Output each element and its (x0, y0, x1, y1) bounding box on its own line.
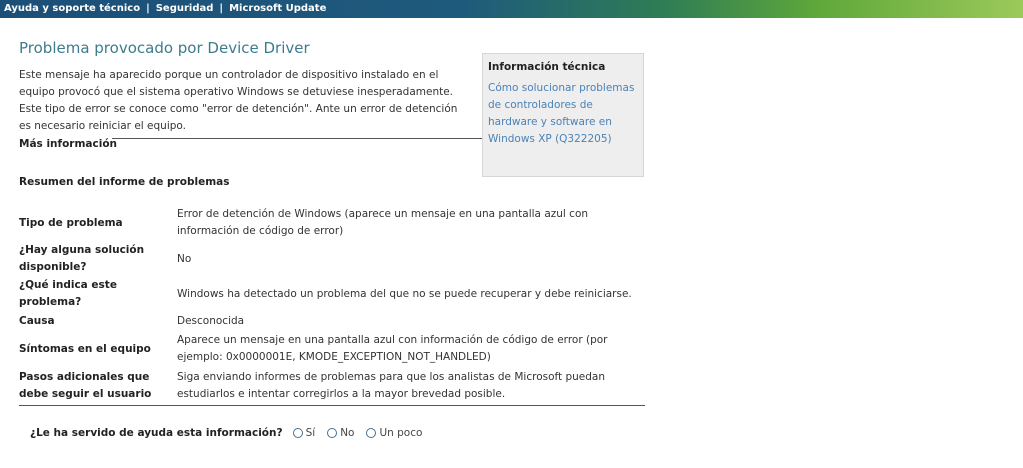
row-key: ¿Qué indica este problema? (19, 279, 117, 308)
row-value: Aparece un mensaje en una pantalla azul … (177, 334, 608, 363)
option-label: No (340, 427, 355, 439)
feedback-option-yes[interactable]: Sí (292, 427, 316, 439)
row-value: Siga enviando informes de problemas para… (177, 371, 606, 400)
more-info-divider (112, 138, 482, 139)
nav-link-help-support[interactable]: Ayuda y soporte técnico (4, 3, 140, 14)
radio-button-yes[interactable] (292, 428, 303, 438)
kb-article-link[interactable]: Cómo solucionar problemas de controlador… (488, 80, 638, 148)
intro-text: Este mensaje ha aparecido porque un cont… (19, 69, 458, 132)
summary-heading: Resumen del informe de problemas (19, 176, 230, 188)
row-value: No (177, 252, 192, 265)
table-row: Tipo de problema Error de detención de W… (19, 205, 647, 241)
top-navigation-bar: Ayuda y soporte técnico | Seguridad | Micros… (0, 0, 1023, 18)
table-row: ¿Qué indica este problema? Windows ha de… (19, 277, 647, 311)
page-title: Problema provocado por Device Driver (19, 39, 310, 57)
row-value: Windows ha detectado un problema del que… (177, 287, 632, 300)
more-info-link[interactable]: Más información (19, 138, 117, 150)
feedback-option-no[interactable]: No (327, 427, 354, 439)
technical-info-panel: Información técnica Cómo solucionar prob… (482, 53, 644, 177)
row-value: Error de detención de Windows (aparece u… (177, 208, 589, 237)
row-key: Pasos adicionales que debe seguir el usu… (19, 371, 152, 400)
option-label: Un poco (379, 427, 423, 439)
radio-button-no[interactable] (327, 428, 338, 438)
table-row: Causa Desconocida (19, 311, 647, 331)
row-key: ¿Hay alguna solución disponible? (19, 244, 145, 273)
row-key: Tipo de problema (19, 216, 123, 229)
table-row: Síntomas en el equipo Aparece un mensaje… (19, 331, 647, 367)
summary-divider (19, 405, 645, 406)
technical-info-heading: Información técnica (488, 61, 606, 73)
table-row: Pasos adicionales que debe seguir el usu… (19, 367, 647, 405)
nav-link-microsoft-update[interactable]: Microsoft Update (229, 3, 326, 14)
feedback-option-somewhat[interactable]: Un poco (366, 427, 422, 439)
problem-summary-table: Tipo de problema Error de detención de W… (19, 205, 647, 405)
feedback-question: ¿Le ha servido de ayuda esta información… (30, 427, 283, 439)
radio-button-somewhat[interactable] (366, 428, 377, 438)
row-key: Causa (19, 314, 55, 327)
row-value: Desconocida (177, 314, 245, 327)
table-row: ¿Hay alguna solución disponible? No (19, 241, 647, 277)
feedback-form: ¿Le ha servido de ayuda esta información… (30, 427, 434, 439)
top-nav: Ayuda y soporte técnico | Seguridad | Micros… (4, 3, 326, 14)
nav-link-security[interactable]: Seguridad (156, 3, 214, 14)
option-label: Sí (305, 427, 316, 439)
nav-separator: | (219, 3, 224, 14)
row-key: Síntomas en el equipo (19, 342, 151, 355)
nav-separator: | (146, 3, 150, 14)
